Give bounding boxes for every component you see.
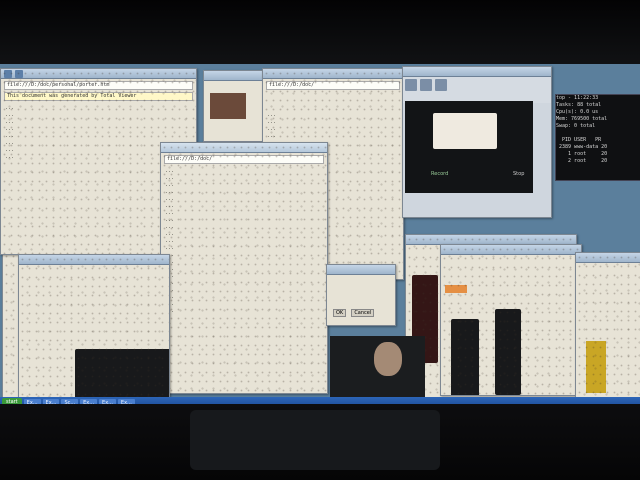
webcam-toolbar [403, 77, 551, 103]
thumbnail-titlebar[interactable] [204, 71, 262, 81]
dialog-window[interactable]: OK Cancel [326, 264, 396, 326]
mid-page-content: ... ... ... ... ... ... ... ... ... ... … [165, 168, 175, 314]
window-lower-right-2[interactable] [440, 244, 582, 396]
lr3-titlebar[interactable] [576, 253, 640, 263]
browser-center-titlebar[interactable] [263, 69, 403, 79]
camera-icon[interactable] [405, 79, 417, 91]
thumbnail-image [210, 93, 246, 119]
browser-window-mid[interactable]: file:///D:/doc/ ... ... ... ... ... ... … [160, 142, 328, 394]
window-lower-left[interactable] [18, 254, 170, 398]
lower-left-titlebar[interactable] [19, 255, 169, 265]
back-icon[interactable] [4, 69, 12, 78]
address-bar[interactable]: file:///D:/doc/personal/porter.htm [4, 81, 193, 90]
dialog-buttons: OK Cancel [333, 299, 375, 318]
webcam-titlebar[interactable] [403, 67, 551, 77]
terminal-window[interactable]: top - 11:22:33 Tasks: 88 total Cpu(s): 0… [555, 94, 640, 181]
lr2-pillar-1 [451, 319, 479, 395]
desktop-screen: file:///D:/doc/personal/porter.htm This … [0, 64, 640, 408]
settings-icon[interactable] [420, 79, 432, 91]
person-video [330, 336, 425, 398]
yellow-item [586, 341, 606, 393]
desk-object [190, 410, 440, 470]
mid-titlebar[interactable] [161, 143, 327, 153]
zoom-icon[interactable] [435, 79, 447, 91]
info-bar: This document was generated by Total Vie… [4, 92, 193, 101]
window-thumbnail[interactable] [203, 70, 263, 142]
orange-tag [445, 285, 467, 293]
center-address-bar[interactable]: file:///D:/doc/ [266, 81, 400, 90]
mid-address-bar[interactable]: file:///D:/doc/ [164, 155, 324, 164]
monitor-bezel-top [0, 0, 640, 66]
cancel-button[interactable]: Cancel [351, 309, 375, 317]
face [374, 342, 402, 376]
stop-label[interactable]: Stop [513, 171, 524, 177]
forward-icon[interactable] [15, 69, 23, 78]
video-bright-area [433, 113, 497, 149]
record-label[interactable]: Record [431, 171, 448, 177]
dark-panel [75, 349, 169, 397]
browser-titlebar[interactable] [1, 69, 196, 79]
ok-button[interactable]: OK [333, 309, 347, 317]
window-lower-right-3[interactable] [575, 252, 640, 399]
webcam-window[interactable]: Record Stop [402, 66, 552, 218]
dialog-titlebar[interactable] [327, 265, 395, 275]
lr2-pillar-2 [495, 309, 521, 395]
webcam-video: Record Stop [405, 101, 533, 193]
lr2-titlebar[interactable] [441, 245, 581, 255]
